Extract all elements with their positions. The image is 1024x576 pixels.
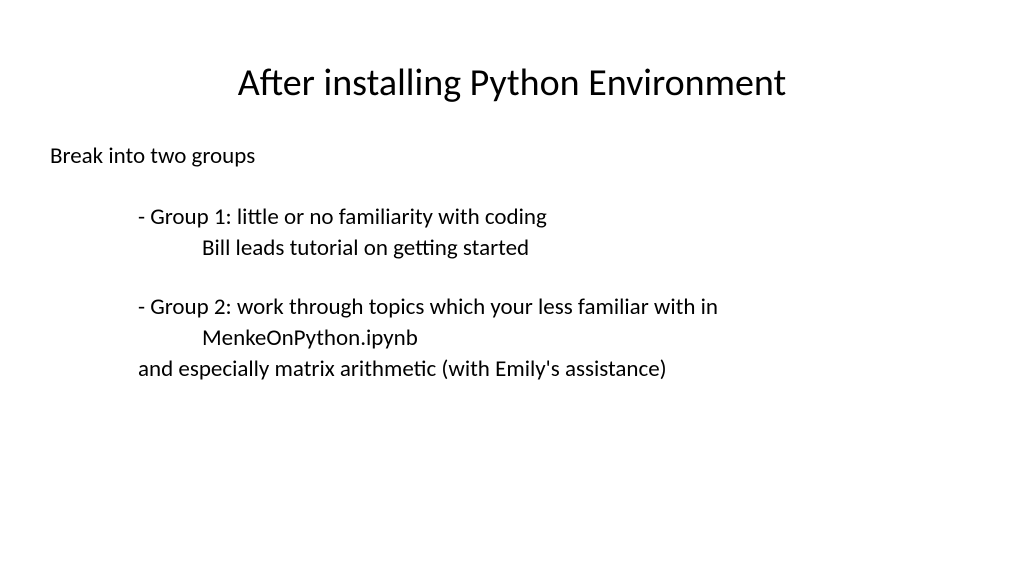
intro-text: Break into two groups [50,141,974,172]
slide-content: Break into two groups - Group 1: little … [50,141,974,385]
group-2-header: - Group 2: work through topics which you… [138,292,974,323]
group-1-block: - Group 1: little or no familiarity with… [138,202,974,264]
group-2-footer: and especially matrix arithmetic (with E… [138,354,974,385]
group-1-detail: Bill leads tutorial on getting started [202,233,974,264]
group-2-detail: MenkeOnPython.ipynb [202,323,974,354]
slide-title: After installing Python Environment [50,60,974,106]
group-1-header: - Group 1: little or no familiarity with… [138,202,974,233]
slide-container: After installing Python Environment Brea… [0,0,1024,576]
group-2-block: - Group 2: work through topics which you… [138,292,974,385]
